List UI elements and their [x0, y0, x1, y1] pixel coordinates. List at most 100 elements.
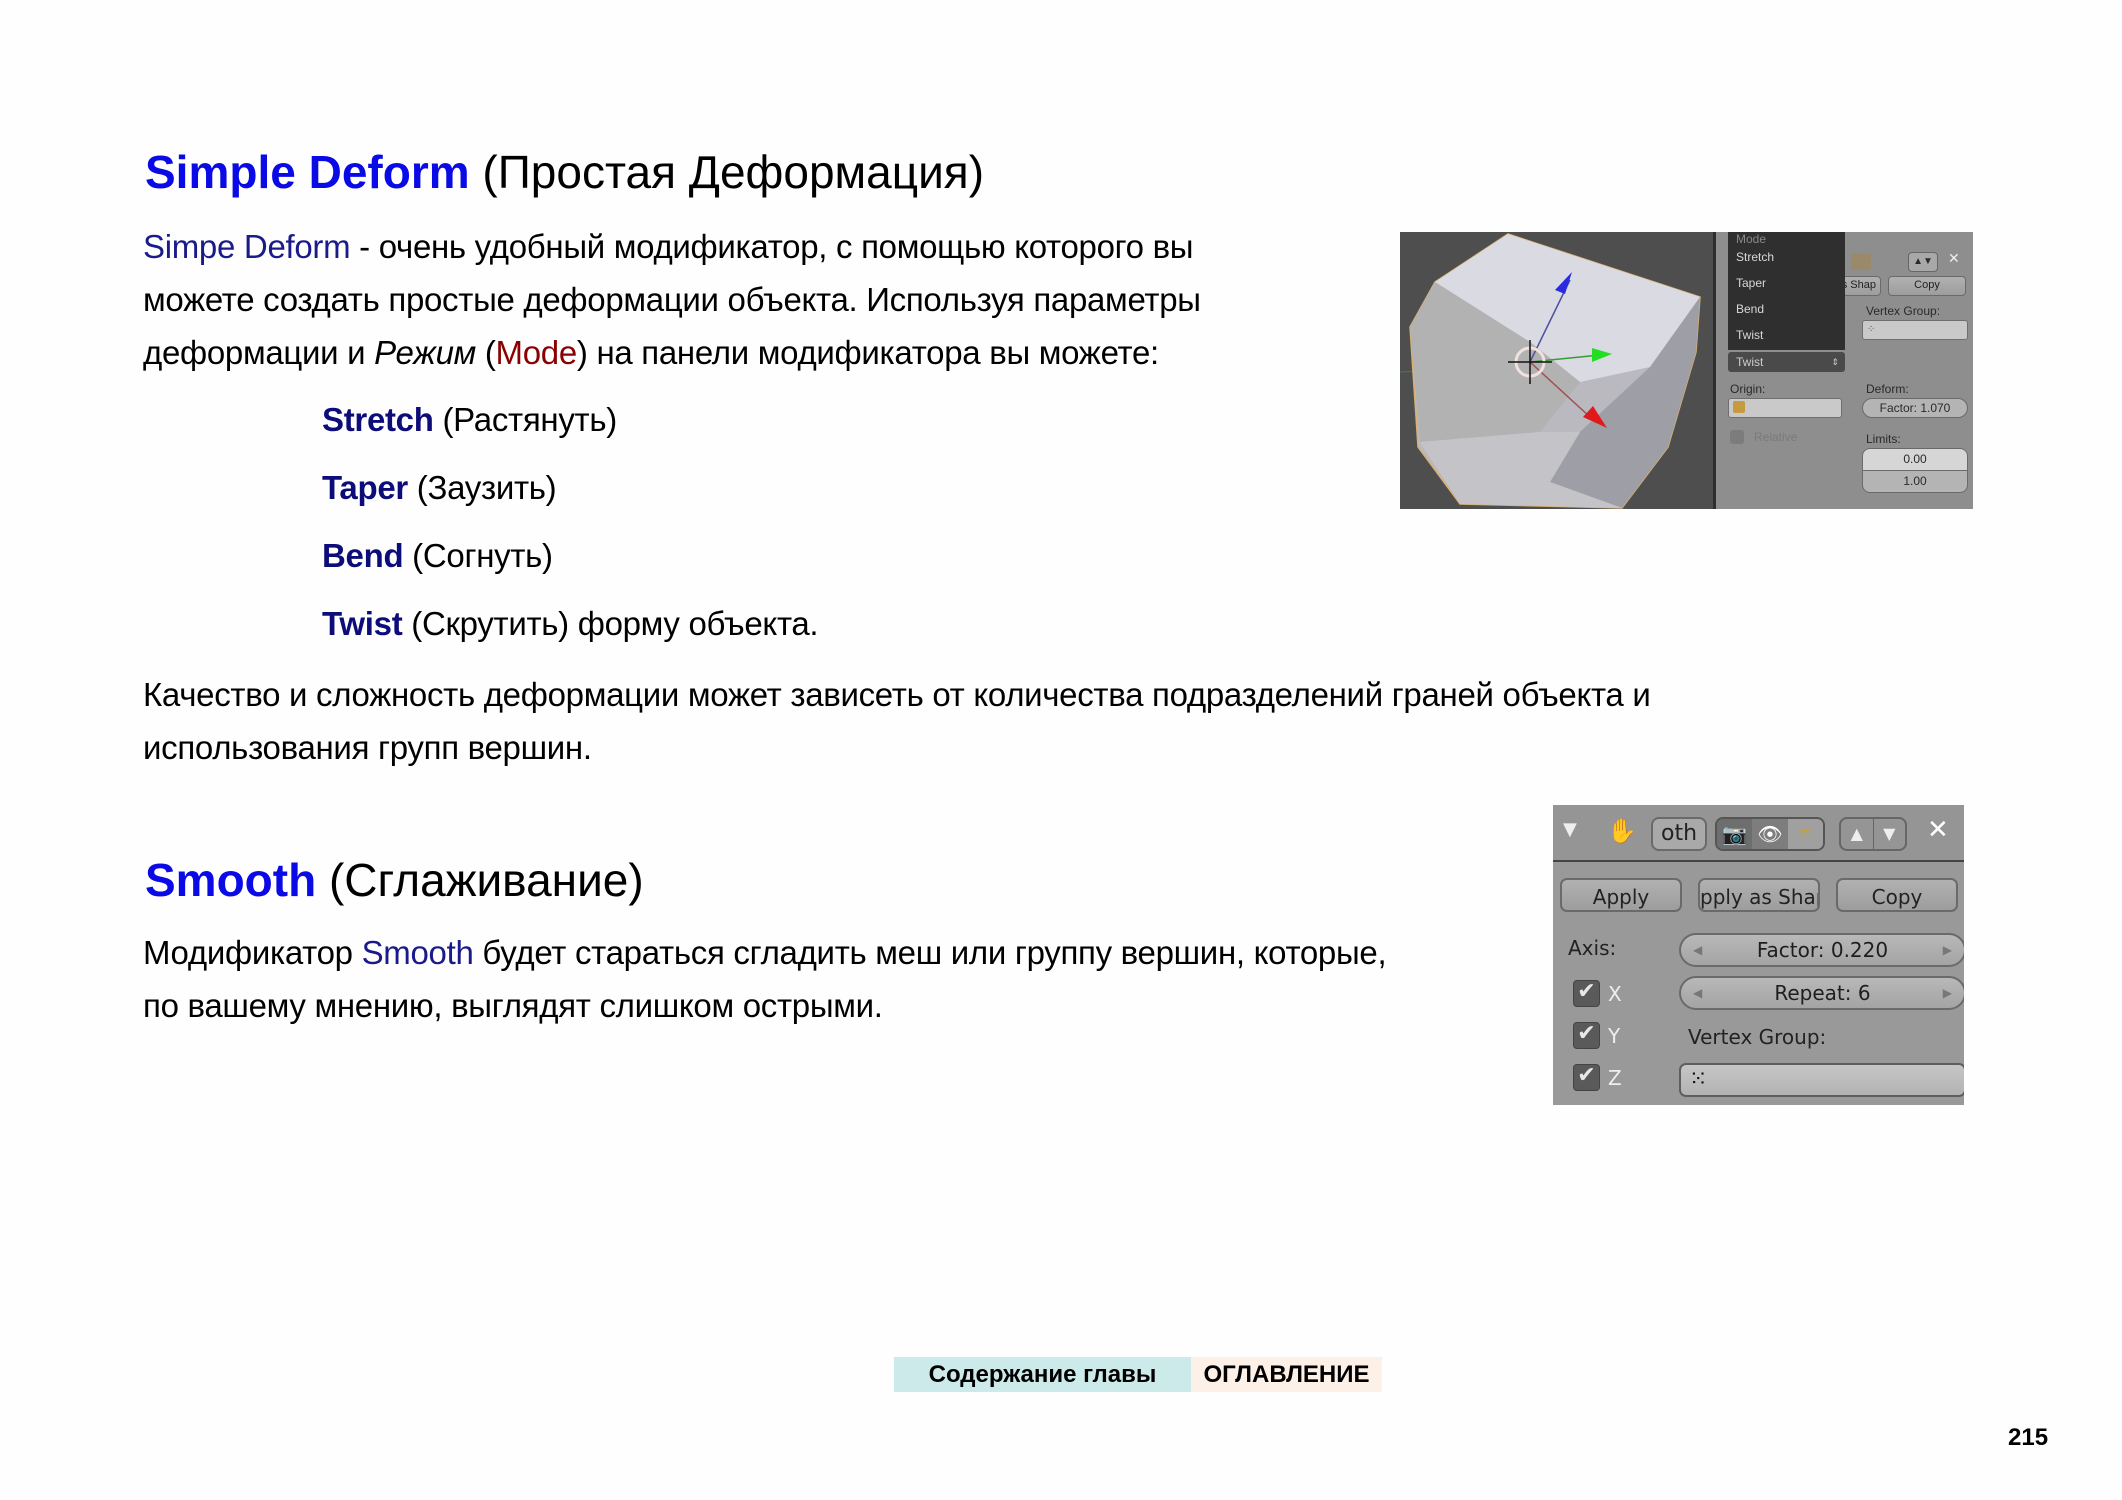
axis-y-label: Y: [1608, 1024, 1621, 1048]
origin-label: Origin:: [1730, 382, 1766, 396]
relative-checkbox[interactable]: [1730, 430, 1744, 444]
vertex-group-label: Vertex Group:: [1866, 304, 1941, 318]
updown-icon: ⇕: [1831, 357, 1839, 367]
mode-name: Stretch: [322, 401, 434, 438]
3d-viewport: [1400, 232, 1713, 509]
modifier-properties-panel: ▲▼ ✕ s Shap Copy Vertex Group: ⁘ Mode St…: [1716, 232, 1973, 509]
page-number: 215: [2008, 1424, 2049, 1451]
section-heading-simple-deform: Simple Deform (Простая Деформация): [145, 149, 984, 195]
intro-text: деформации и: [143, 334, 375, 371]
limit-max-field[interactable]: 1.00: [1862, 470, 1968, 493]
collapse-triangle-icon[interactable]: ▼: [1563, 819, 1577, 840]
heading-term: Smooth: [145, 854, 317, 906]
relative-label: Relative: [1754, 430, 1798, 444]
limits-label: Limits:: [1866, 432, 1901, 446]
move-up-down-buttons[interactable]: ▲▼: [1908, 252, 1938, 272]
mode-item-twist: Twist (Скрутить) форму объекта.: [322, 605, 819, 642]
note-line-1: Качество и сложность деформации может за…: [143, 676, 1651, 713]
axis-z-checkbox[interactable]: ✔: [1573, 1064, 1600, 1091]
modifier-header: ▼ ✋ oth 📷 👁 ⌗ ▲ ▼ ✕: [1553, 805, 1964, 862]
term-smooth: Smooth: [361, 934, 474, 971]
move-down-icon[interactable]: ▼: [1874, 819, 1906, 849]
decrement-arrow-icon[interactable]: ◀: [1693, 935, 1702, 965]
factor-field[interactable]: Factor: 1.070: [1862, 398, 1968, 418]
factor-field[interactable]: ◀ Factor: 0.220 ▶: [1679, 933, 1964, 967]
object-icon: [1733, 401, 1745, 413]
twisted-cube-render: [1400, 233, 1701, 509]
close-icon[interactable]: ✕: [1927, 815, 1949, 845]
mode-translation: (Растянуть): [433, 401, 617, 438]
heading-translation: (Сглаживание): [328, 854, 644, 906]
copy-button[interactable]: Copy: [1888, 276, 1966, 296]
note-line-2: использования групп вершин.: [143, 729, 592, 766]
mode-item-bend: Bend (Согнуть): [322, 539, 553, 572]
mode-dropdown-menu: Mode Stretch Taper Bend Twist: [1728, 232, 1845, 350]
decrement-arrow-icon[interactable]: ◀: [1693, 978, 1702, 1008]
smooth-modifier-screenshot: ▼ ✋ oth 📷 👁 ⌗ ▲ ▼ ✕ Apply pply as Shap C…: [1553, 805, 1964, 1105]
mode-translation: (Заузить): [407, 469, 557, 506]
menu-item-stretch[interactable]: Stretch: [1736, 250, 1774, 264]
intro-line-2: можете создать простые деформации объект…: [143, 281, 1201, 318]
smooth-text: Модификатор: [143, 934, 362, 971]
axis-y-checkbox[interactable]: ✔: [1573, 1022, 1600, 1049]
vertex-group-toggle-icon[interactable]: [1851, 254, 1871, 270]
render-camera-icon[interactable]: 📷: [1717, 819, 1753, 849]
axis-x-checkbox[interactable]: ✔: [1573, 980, 1600, 1007]
intro-line-1: Simpe Deform - очень удобный модификатор…: [143, 228, 1194, 265]
visibility-toggles: 📷 👁 ⌗: [1715, 817, 1825, 851]
mode-select[interactable]: Twist ⇕: [1728, 352, 1845, 372]
term-simpe-deform: Simpe Deform: [143, 228, 351, 265]
heading-term: Simple Deform: [145, 146, 470, 198]
smooth-line-2: по вашему мнению, выглядят слишком остры…: [143, 987, 883, 1024]
section-heading-smooth: Smooth (Сглаживание): [145, 857, 644, 903]
vertex-group-field[interactable]: ⁙: [1679, 1063, 1964, 1097]
mode-translation: (Скрутить) форму объекта.: [402, 605, 819, 642]
origin-field[interactable]: [1728, 398, 1842, 418]
axis-x-label: X: [1608, 982, 1622, 1006]
realtime-eye-icon[interactable]: 👁: [1752, 819, 1788, 849]
mode-name: Bend: [322, 537, 404, 574]
menu-item-taper[interactable]: Taper: [1736, 276, 1766, 290]
smooth-line-1: Модификатор Smooth будет стараться сглад…: [143, 934, 1387, 971]
menu-item-bend[interactable]: Bend: [1736, 302, 1764, 316]
move-up-icon[interactable]: ▲: [1841, 819, 1874, 849]
repeat-value: Repeat: 6: [1774, 981, 1871, 1005]
apply-as-shape-button[interactable]: pply as Shap: [1698, 878, 1820, 912]
axis-z-label: Z: [1608, 1066, 1622, 1090]
table-of-contents-link[interactable]: ОГЛАВЛЕНИЕ: [1191, 1357, 1382, 1392]
mode-translation: (Согнуть): [403, 537, 553, 574]
limit-min-field[interactable]: 0.00: [1862, 448, 1968, 471]
increment-arrow-icon[interactable]: ▶: [1943, 935, 1952, 965]
move-buttons: ▲ ▼: [1839, 817, 1907, 851]
vertex-group-label: Vertex Group:: [1688, 1025, 1827, 1049]
mode-item-stretch: Stretch (Растянуть): [322, 403, 617, 436]
axis-label: Axis:: [1568, 936, 1617, 960]
editmode-vertices-icon[interactable]: ⌗: [1787, 819, 1823, 849]
chapter-contents-link[interactable]: Содержание главы: [894, 1357, 1191, 1392]
menu-item-twist[interactable]: Twist: [1736, 328, 1763, 342]
vertex-group-field[interactable]: ⁘: [1862, 320, 1968, 340]
term-mode: Mode: [495, 334, 578, 371]
close-icon[interactable]: ✕: [1948, 250, 1960, 267]
deform-label: Deform:: [1866, 382, 1909, 396]
apply-button[interactable]: Apply: [1560, 878, 1682, 912]
modifier-name-field[interactable]: oth: [1651, 817, 1707, 851]
vertex-group-icon: ⁙: [1689, 1067, 1708, 1092]
mode-name: Taper: [322, 469, 408, 506]
intro-text: - очень удобный модификатор, с помощью к…: [350, 228, 1194, 265]
copy-button[interactable]: Copy: [1836, 878, 1958, 912]
repeat-field[interactable]: ◀ Repeat: 6 ▶: [1679, 976, 1964, 1010]
simple-deform-screenshot: ▲▼ ✕ s Shap Copy Vertex Group: ⁘ Mode St…: [1400, 232, 1973, 509]
smooth-text: будет стараться сгладить меш или группу …: [473, 934, 1387, 971]
vertex-group-icon: ⁘: [1867, 324, 1876, 335]
intro-text: ) на панели модификатора вы можете:: [576, 334, 1159, 371]
selected-mode: Twist: [1736, 355, 1764, 369]
factor-value: Factor: 0.220: [1756, 938, 1889, 962]
mode-item-taper: Taper (Заузить): [322, 469, 557, 506]
intro-line-3: деформации и Режим (Mode) на панели моди…: [143, 336, 1159, 369]
term-rezhim: Режим: [374, 334, 476, 371]
mode-name: Twist: [322, 605, 403, 642]
intro-text: (: [475, 334, 496, 371]
smooth-modifier-icon: ✋: [1607, 817, 1637, 845]
increment-arrow-icon[interactable]: ▶: [1943, 978, 1952, 1008]
